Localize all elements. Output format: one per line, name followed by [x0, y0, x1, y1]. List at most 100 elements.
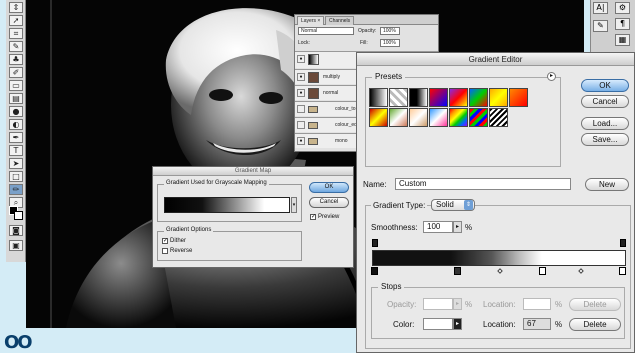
- preset-swatch[interactable]: [429, 88, 448, 107]
- presets-group: Presets ▸: [365, 72, 561, 167]
- gradient-swatch[interactable]: [164, 197, 290, 213]
- new-button[interactable]: New: [585, 178, 629, 191]
- lock-label: Lock:: [298, 40, 310, 46]
- smoothness-stepper-icon[interactable]: ▸: [453, 221, 462, 233]
- dither-label: Dither: [170, 238, 187, 244]
- preset-swatch[interactable]: [409, 108, 428, 127]
- opacity-location-label: Location:: [483, 300, 516, 309]
- load-button[interactable]: Load...: [581, 117, 629, 130]
- preset-swatch[interactable]: [509, 88, 528, 107]
- dock-swatch-icon[interactable]: ▦: [615, 34, 630, 46]
- eraser-icon[interactable]: ▭: [9, 80, 23, 91]
- preset-swatch[interactable]: [429, 108, 448, 127]
- preset-swatch[interactable]: [389, 88, 408, 107]
- gradient-preview-bar[interactable]: [372, 250, 626, 266]
- preset-swatch[interactable]: [489, 88, 508, 107]
- background-color-swatch[interactable]: [14, 211, 23, 220]
- tools-panel: ⇕ ➚ ⌗ ✎ ♣ ✐ ▭ ▤ ● ◐ ✒ T ➤ □ ✏ ⌕ ◙ ▣: [6, 0, 26, 262]
- preset-swatch[interactable]: [449, 108, 468, 127]
- brush-icon[interactable]: ✎: [9, 41, 23, 52]
- shape-icon[interactable]: □: [9, 171, 23, 182]
- opacity-stop-right[interactable]: [620, 239, 626, 247]
- cancel-button[interactable]: Cancel: [581, 95, 629, 108]
- group-label: Stops: [378, 282, 405, 291]
- opacity-stop-left[interactable]: [372, 239, 378, 247]
- dock-para-icon[interactable]: ¶: [615, 18, 630, 30]
- dock-a-icon[interactable]: A|: [593, 2, 608, 14]
- save-button[interactable]: Save...: [581, 133, 629, 146]
- ok-button[interactable]: OK: [309, 182, 349, 193]
- stops-group: Stops: [371, 282, 625, 339]
- path-select-icon[interactable]: ➤: [9, 158, 23, 169]
- stamp-icon[interactable]: ♣: [9, 54, 23, 65]
- preset-swatch[interactable]: [469, 88, 488, 107]
- layer-name: multiply: [323, 74, 340, 80]
- preview-checkbox[interactable]: ✓: [310, 214, 316, 220]
- visibility-eye-icon[interactable]: ●: [297, 137, 305, 145]
- gradient-type-select[interactable]: Solid ⇕: [431, 199, 475, 211]
- visibility-eye-icon[interactable]: [297, 121, 305, 129]
- visibility-eye-icon[interactable]: ●: [297, 55, 305, 63]
- blur-icon[interactable]: ●: [9, 106, 23, 117]
- color-menu-icon[interactable]: ▸: [453, 318, 462, 330]
- dodge-icon[interactable]: ◐: [9, 119, 23, 130]
- blend-mode-select[interactable]: Normal: [298, 27, 354, 35]
- preset-swatch[interactable]: [369, 88, 388, 107]
- color-stop-black[interactable]: [371, 267, 378, 275]
- dock-gear-icon[interactable]: ⚙: [615, 2, 630, 14]
- ok-button[interactable]: OK: [581, 79, 629, 92]
- color-location-label: Location:: [483, 320, 516, 329]
- visibility-eye-icon[interactable]: [297, 105, 305, 113]
- dither-checkbox[interactable]: ✓: [162, 238, 168, 244]
- preset-swatch[interactable]: [469, 108, 488, 127]
- smoothness-label: Smoothness:: [371, 223, 418, 232]
- options-group: Gradient Options ✓ Dither Reverse: [157, 227, 302, 261]
- quick-mask-icon[interactable]: ◙: [9, 225, 23, 236]
- color-stop-white[interactable]: [619, 267, 626, 275]
- preset-swatch[interactable]: [409, 88, 428, 107]
- preset-swatch[interactable]: [489, 108, 508, 127]
- tab-layers[interactable]: Layers ×: [297, 16, 325, 25]
- lasso-icon[interactable]: ➚: [9, 15, 23, 26]
- preset-swatch[interactable]: [369, 108, 388, 127]
- color-stop-dark[interactable]: [454, 267, 461, 275]
- pen-icon[interactable]: ✒: [9, 132, 23, 143]
- dialog-title: Gradient Map: [153, 167, 353, 176]
- group-label: Gradient Options: [164, 227, 214, 233]
- dock-brush-icon[interactable]: ✎: [593, 20, 608, 32]
- fill-input[interactable]: 100%: [380, 39, 400, 47]
- gradient-icon[interactable]: ▤: [9, 93, 23, 104]
- delete-color-stop-button[interactable]: Delete: [569, 318, 621, 331]
- history-brush-icon[interactable]: ✐: [9, 67, 23, 78]
- fill-label: Fill:: [360, 40, 368, 46]
- type-icon[interactable]: T: [9, 145, 23, 156]
- opacity-stepper-icon[interactable]: ▸: [453, 298, 462, 310]
- preset-swatch[interactable]: [389, 108, 408, 127]
- cancel-button[interactable]: Cancel: [309, 197, 349, 208]
- presets-menu-icon[interactable]: ▸: [547, 72, 556, 81]
- screen-mode-icon[interactable]: ▣: [9, 240, 23, 251]
- tab-channels[interactable]: Channels: [325, 16, 355, 25]
- percent-sign: %: [555, 320, 563, 329]
- dialog-title: Gradient Editor: [357, 53, 634, 66]
- opacity-location-input[interactable]: [523, 298, 551, 310]
- delete-opacity-stop-button[interactable]: Delete: [569, 298, 621, 311]
- color-swatch[interactable]: [423, 318, 453, 330]
- visibility-eye-icon[interactable]: ●: [297, 73, 305, 81]
- select-arrows-icon: ⇕: [464, 200, 473, 210]
- eyedropper-icon[interactable]: ✏: [9, 184, 23, 195]
- layer-thumb: [308, 72, 319, 83]
- opacity-stop-input[interactable]: [423, 298, 453, 310]
- visibility-eye-icon[interactable]: ●: [297, 89, 305, 97]
- smoothness-input[interactable]: 100: [423, 221, 453, 233]
- move-icon[interactable]: ⇕: [9, 2, 23, 13]
- preview-label: Preview: [318, 214, 340, 220]
- color-location-input[interactable]: 67: [523, 318, 551, 330]
- gradient-dropdown-icon[interactable]: ▾: [291, 197, 297, 213]
- opacity-input[interactable]: 100%: [380, 27, 400, 35]
- crop-icon[interactable]: ⌗: [9, 28, 23, 39]
- reverse-checkbox[interactable]: [162, 248, 168, 254]
- preset-swatch[interactable]: [449, 88, 468, 107]
- color-stop-selected[interactable]: [539, 267, 546, 275]
- name-input[interactable]: Custom: [395, 178, 571, 190]
